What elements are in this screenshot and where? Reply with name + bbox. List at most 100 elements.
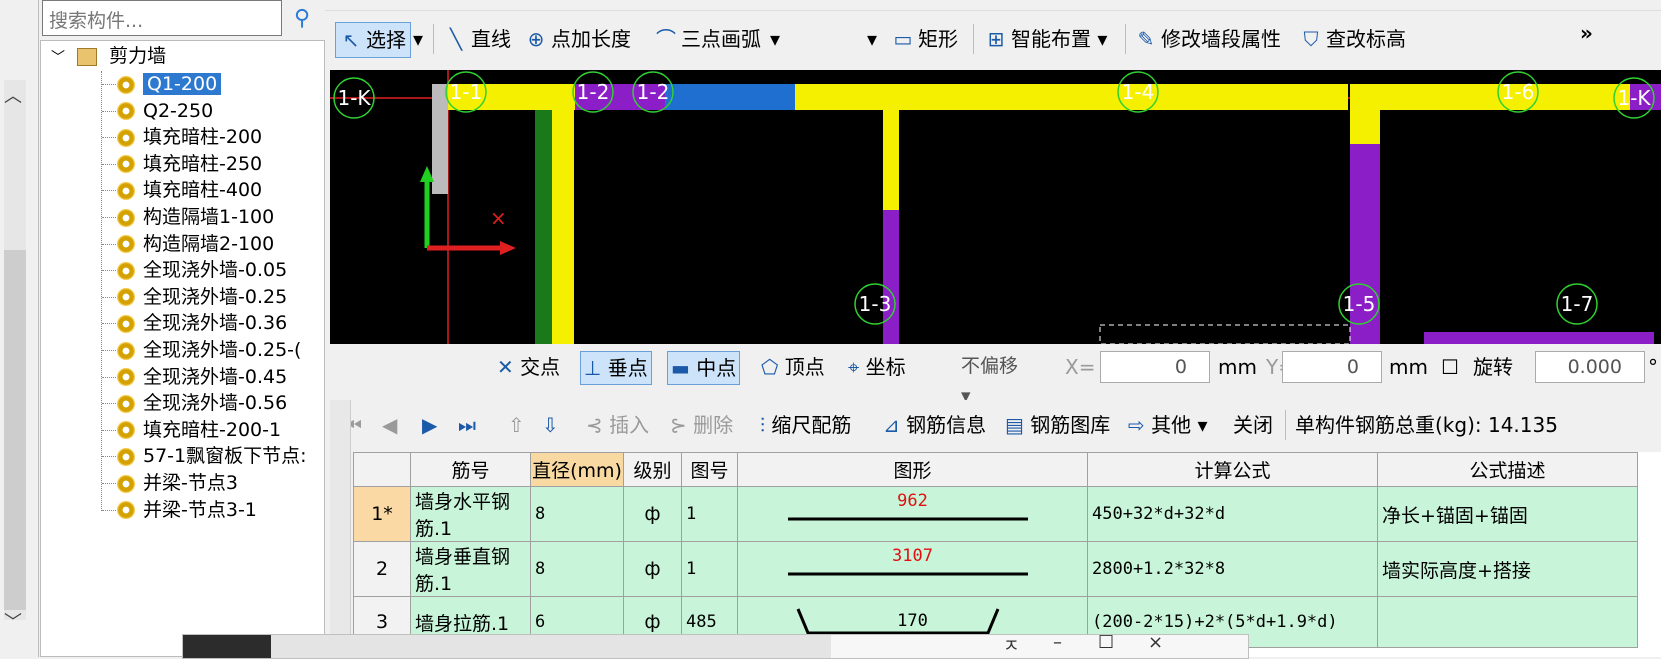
point-length-button[interactable]: ⊕ 点加长度: [525, 22, 631, 56]
rebar-info-button[interactable]: ⊿ 钢筋信息: [883, 410, 986, 440]
formula-cell[interactable]: 450+32*d+32*d: [1087, 486, 1378, 542]
bar-name-cell[interactable]: 墙身垂直钢筋.1: [410, 541, 531, 597]
scroll-up-icon[interactable]: ︿: [4, 82, 22, 108]
offset-select[interactable]: 不偏移 ▾: [955, 351, 1055, 407]
col-header-grade[interactable]: 级别: [623, 452, 682, 487]
tree-item[interactable]: 57-1飘窗板下节点:: [117, 443, 307, 470]
table-row[interactable]: 2 墙身垂直钢筋.1 8 ф 1 3107 2800+1.2*32*8 墙实际高度+搭接: [353, 541, 1638, 597]
vertex-snap-button[interactable]: ⬠ 顶点: [758, 351, 828, 383]
diameter-cell[interactable]: 8: [530, 541, 624, 597]
search-icon[interactable]: ⚲: [284, 2, 320, 36]
arc-dropdown-icon[interactable]: ▾: [770, 22, 780, 56]
tree-item[interactable]: 并梁-节点3: [117, 470, 238, 497]
close-button[interactable]: 关闭: [1233, 410, 1273, 440]
tree-item[interactable]: 填充暗柱-200-1: [117, 417, 281, 444]
line-button[interactable]: ╲ 直线: [445, 22, 511, 56]
rect-button[interactable]: ▭ 矩形: [892, 22, 958, 56]
wall-folder-icon: [77, 47, 98, 66]
figure-no-cell[interactable]: 1: [681, 541, 738, 597]
grade-cell[interactable]: ф: [623, 541, 682, 597]
check-elevation-button[interactable]: ⛉ 查改标高: [1300, 22, 1407, 56]
formula-cell[interactable]: 2800+1.2*32*8: [1087, 541, 1378, 597]
close-icon[interactable]: ×: [1148, 632, 1163, 653]
search-input[interactable]: 搜索构件...: [42, 0, 282, 36]
tree-item[interactable]: 填充暗柱-400: [117, 177, 262, 204]
maximize-icon[interactable]: ☐: [1098, 632, 1114, 653]
intersection-snap-button[interactable]: ✕ 交点: [494, 351, 563, 383]
rotate-input[interactable]: 0.000: [1535, 351, 1645, 383]
tree-item[interactable]: 填充暗柱-200: [117, 124, 262, 151]
shape-cell[interactable]: 962: [737, 486, 1088, 542]
y-input[interactable]: 0: [1282, 351, 1382, 383]
gear-icon: [117, 501, 135, 520]
description-cell[interactable]: 墙实际高度+搭接: [1377, 541, 1638, 597]
tree-item[interactable]: Q1-200: [117, 71, 222, 98]
last-record-icon[interactable]: ⏭: [458, 410, 476, 440]
snap-toolbar: ✕ 交点 ⊥ 垂点 ▬ 中点 ⬠ 顶点 ⌖ 坐标 不偏移 ▾ X= 0 mm Y…: [470, 347, 1661, 407]
col-header-bar-number[interactable]: 筋号: [410, 452, 531, 487]
popup-dark-tab: [183, 635, 271, 658]
three-point-arc-button[interactable]: ⌒ 三点画弧: [655, 22, 761, 56]
tree-item-label: Q1-200: [143, 73, 222, 95]
tree-item[interactable]: 构造隔墙2-100: [117, 231, 274, 258]
grade-cell[interactable]: ф: [623, 486, 682, 542]
toolbar-overflow-button[interactable]: »: [1580, 16, 1593, 50]
col-header-shape[interactable]: 图形: [737, 452, 1088, 487]
rebar-table[interactable]: 筋号 直径(mm) 级别 图号 图形 计算公式 公式描述 1* 墙身水平钢筋.1 8…: [353, 452, 1661, 657]
tree-item[interactable]: 全现浇外墙-0.56: [117, 390, 287, 417]
coordinate-snap-button[interactable]: ⌖ 坐标: [845, 351, 909, 383]
tree-item[interactable]: 全现浇外墙-0.25-(: [117, 337, 301, 364]
move-down-icon[interactable]: ⇩: [542, 410, 559, 440]
tree-root[interactable]: ﹀ 剪力墙: [51, 43, 166, 70]
diameter-cell[interactable]: 8: [530, 486, 624, 542]
shape-cell[interactable]: 3107: [737, 541, 1088, 597]
modify-wall-button[interactable]: ✎ 修改墙段属性: [1135, 22, 1281, 56]
description-cell[interactable]: 净长+锚固+锚固: [1377, 486, 1638, 542]
figure-no-cell[interactable]: 1: [681, 486, 738, 542]
minimize-icon[interactable]: –: [1053, 632, 1062, 653]
select-dropdown-icon[interactable]: ▾: [413, 22, 423, 56]
collapse-icon[interactable]: ﹀: [51, 50, 65, 66]
perpendicular-snap-button[interactable]: ⊥ 垂点: [580, 351, 652, 385]
bar-name-cell[interactable]: 墙身水平钢筋.1: [410, 486, 531, 542]
move-up-icon[interactable]: ⇧: [508, 410, 525, 440]
col-header-figure-no[interactable]: 图号: [681, 452, 738, 487]
delete-button[interactable]: ⊱ 删除: [670, 410, 733, 440]
tree-item[interactable]: 并梁-节点3-1: [117, 497, 257, 524]
grid-drag-handle[interactable]: [330, 400, 351, 657]
select-button[interactable]: ↖ 选择: [335, 22, 411, 58]
tree-item[interactable]: Q2-250: [117, 98, 213, 125]
col-header-description[interactable]: 公式描述: [1377, 452, 1638, 487]
pin-icon[interactable]: ㅈ: [1003, 632, 1020, 658]
tree-item[interactable]: 全现浇外墙-0.36: [117, 310, 287, 337]
tree-item-label: 填充暗柱-200: [143, 126, 263, 149]
col-header-diameter[interactable]: 直径(mm): [530, 452, 624, 487]
table-row[interactable]: 1* 墙身水平钢筋.1 8 ф 1 962 450+32*d+32*d 净长+锚固+锚固: [353, 486, 1638, 542]
floating-window[interactable]: ㅈ – ☐ ×: [182, 632, 1249, 659]
scroll-down-icon[interactable]: ﹀: [4, 608, 22, 634]
prev-record-icon[interactable]: ◀: [382, 410, 397, 440]
vertical-scrollbar-thumb[interactable]: [4, 250, 26, 610]
drawing-canvas[interactable]: × 1-K 1-1 1-2 1-2 1-3 1-4 1-5 1-6 1-7 1-K: [330, 70, 1661, 345]
tree-item[interactable]: 填充暗柱-250: [117, 151, 262, 178]
next-record-icon[interactable]: ▶: [422, 410, 437, 440]
component-tree[interactable]: ﹀ 剪力墙 Q1-200 Q2-250 填充暗柱-200 填充暗柱-250 填充暗柱-4…: [40, 40, 325, 657]
tree-item[interactable]: 全现浇外墙-0.05: [117, 257, 287, 284]
modify-wall-label: 修改墙段属性: [1161, 27, 1281, 51]
row-number[interactable]: 2: [353, 541, 411, 597]
rebar-library-button[interactable]: ▤ 钢筋图库: [1005, 410, 1110, 440]
scale-rebar-button[interactable]: ⫶ 缩尺配筋: [760, 410, 851, 440]
x-input[interactable]: 0: [1100, 351, 1210, 383]
rotate-checkbox[interactable]: ☐: [1438, 351, 1462, 383]
insert-button[interactable]: ⊰ 插入: [586, 410, 649, 440]
smart-layout-button[interactable]: ⊞ 智能布置 ▾: [985, 22, 1108, 56]
tree-item[interactable]: 构造隔墙1-100: [117, 204, 274, 231]
row-number[interactable]: 1*: [353, 486, 411, 542]
tree-item[interactable]: 全现浇外墙-0.45: [117, 364, 287, 391]
shape-dropdown-icon[interactable]: ▾: [867, 22, 877, 56]
col-header-formula[interactable]: 计算公式: [1087, 452, 1378, 487]
tree-item[interactable]: 全现浇外墙-0.25: [117, 284, 287, 311]
other-button[interactable]: ⇨ 其他 ▾: [1128, 410, 1208, 440]
description-cell[interactable]: [1377, 596, 1638, 648]
midpoint-snap-button[interactable]: ▬ 中点: [667, 351, 741, 385]
